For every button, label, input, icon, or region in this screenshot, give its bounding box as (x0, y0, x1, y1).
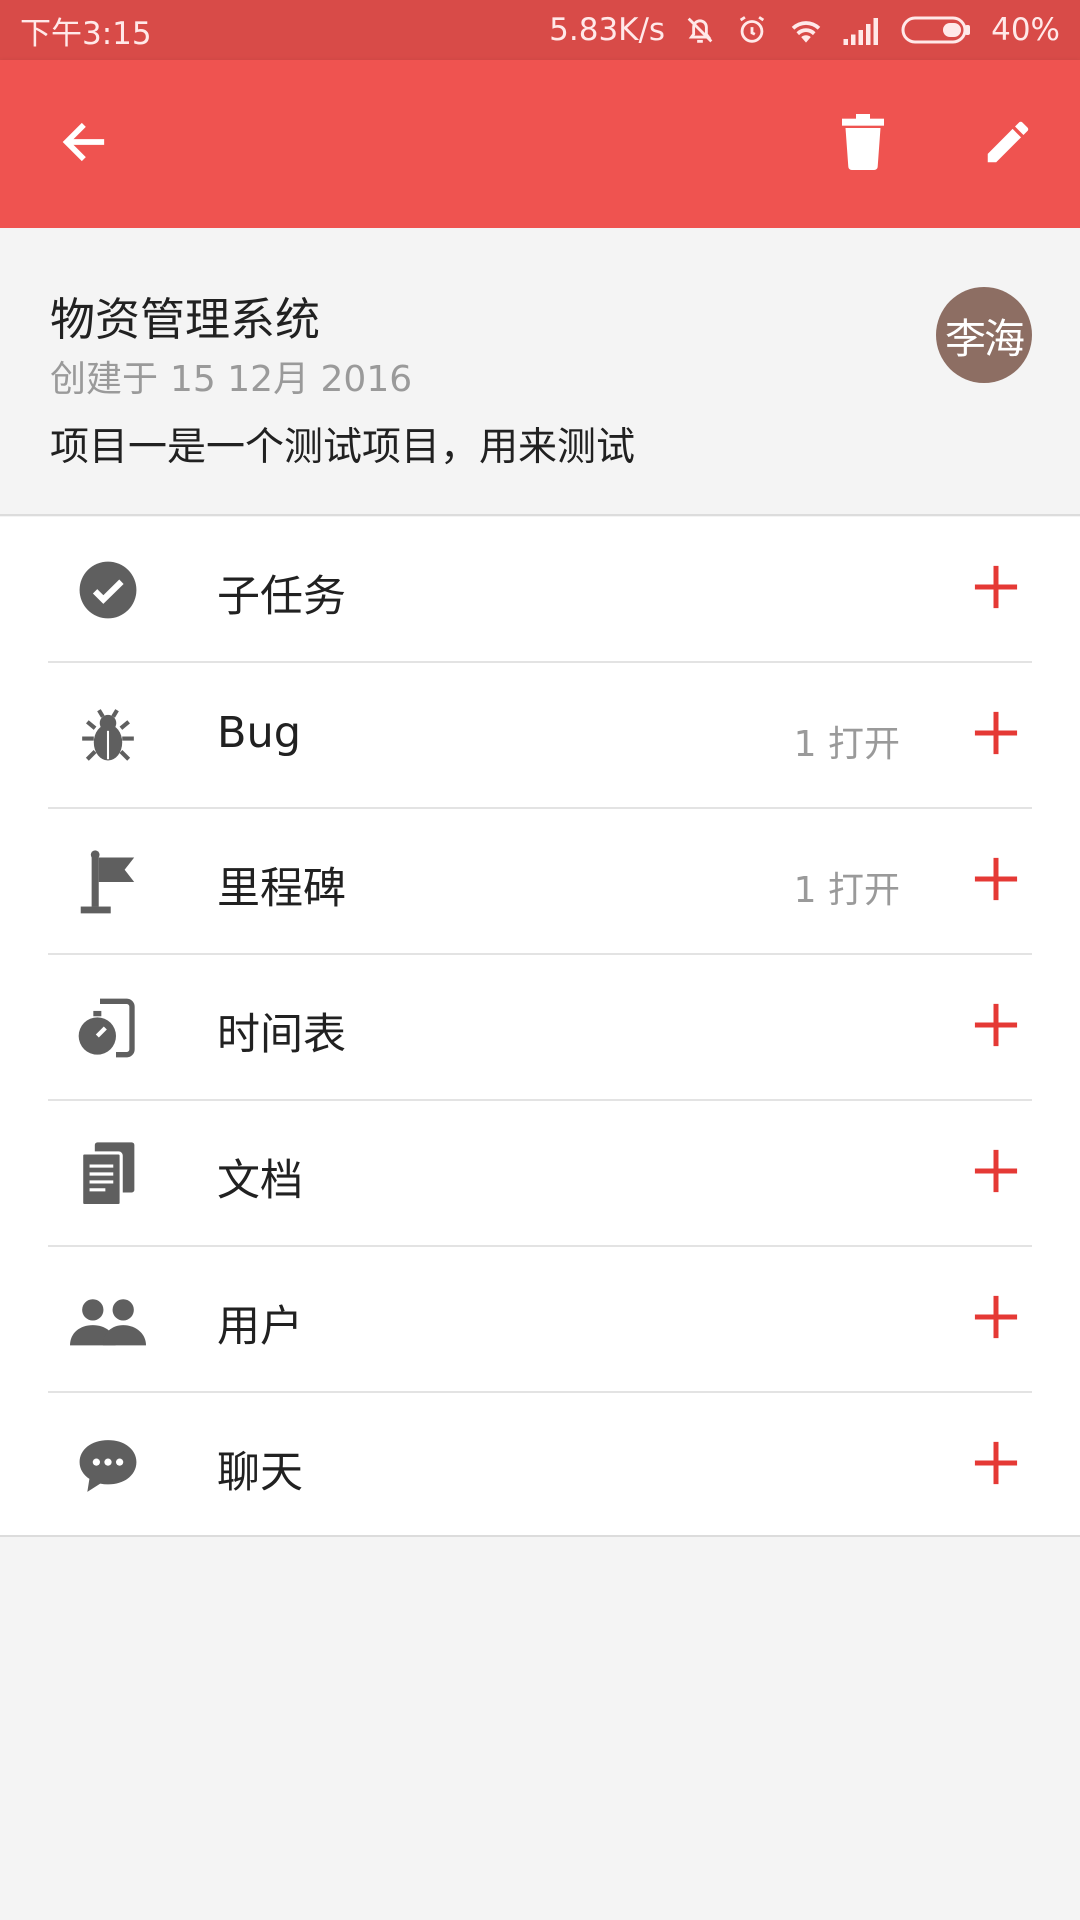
list-item-label: 时间表 (217, 1010, 346, 1060)
project-created: 创建于 15 12月 2016 (50, 350, 424, 402)
avatar[interactable]: 李海 (936, 287, 1032, 383)
back-button[interactable] (44, 104, 124, 184)
status-bar: 下午3:15 5.83K/s 40% (0, 0, 1080, 60)
add-subtask-button[interactable] (966, 557, 1026, 621)
documents-icon (70, 1142, 146, 1207)
list-item-users[interactable]: 用户 (0, 1247, 1080, 1393)
list-item-label: 子任务 (217, 572, 346, 622)
list-item-label: 里程碑 (217, 864, 346, 914)
list-item-documents[interactable]: 文档 (0, 1101, 1080, 1247)
status-battery: 40% (991, 12, 1060, 48)
list-item-bugs[interactable]: Bug 1 打开 (0, 663, 1080, 809)
plus-icon (973, 1294, 1019, 1344)
plus-icon (973, 1148, 1019, 1198)
plus-icon (973, 856, 1019, 906)
plus-icon (973, 710, 1019, 760)
add-user-button[interactable] (966, 1287, 1026, 1351)
list-item-timesheet[interactable]: 时间表 (0, 955, 1080, 1101)
delete-button[interactable] (823, 104, 903, 184)
list-item-label: 文档 (217, 1156, 303, 1206)
add-milestone-button[interactable] (966, 849, 1026, 913)
project-header: 物资管理系统 创建于 15 12月 2016 项目一是一个测试项目，用来测试 李海 (0, 228, 1080, 516)
add-document-button[interactable] (966, 1141, 1026, 1205)
list-item-count: 1 打开 (793, 724, 900, 765)
chat-bubble-icon (70, 1436, 146, 1496)
plus-icon (973, 1440, 1019, 1490)
back-arrow-icon (58, 116, 110, 172)
list-item-label: 聊天 (217, 1448, 303, 1498)
battery-icon (901, 15, 973, 45)
project-description: 项目一是一个测试项目，用来测试 (50, 425, 636, 470)
stopwatch-icon (70, 998, 146, 1058)
bug-icon (70, 706, 146, 766)
edit-pencil-icon (981, 115, 1035, 173)
list-item-chat[interactable]: 聊天 (0, 1393, 1080, 1539)
plus-icon (973, 1002, 1019, 1052)
status-time: 下午3:15 (20, 15, 152, 52)
list-item-milestones[interactable]: 里程碑 1 打开 (0, 809, 1080, 955)
trash-icon (841, 114, 885, 174)
section-list: 子任务 Bug 1 打开 里程碑 1 打开 时间表 文档 用户 聊天 (0, 517, 1080, 1537)
status-net-speed: 5.83K/s (549, 12, 666, 48)
list-item-label: 用户 (217, 1302, 303, 1352)
list-item-subtasks[interactable]: 子任务 (0, 517, 1080, 663)
flag-icon (70, 850, 146, 914)
alarm-icon (735, 13, 769, 47)
created-date: 15 12月 2016 (170, 359, 413, 400)
wifi-icon (787, 13, 825, 47)
add-chat-button[interactable] (966, 1433, 1026, 1497)
bell-off-icon (683, 13, 717, 47)
edit-button[interactable] (968, 104, 1048, 184)
list-item-label: Bug (217, 708, 302, 758)
add-bug-button[interactable] (966, 703, 1026, 767)
add-timesheet-button[interactable] (966, 995, 1026, 1059)
status-right: 5.83K/s 40% (549, 12, 1060, 48)
plus-icon (973, 564, 1019, 614)
app-bar (0, 60, 1080, 228)
signal-icon (843, 15, 883, 45)
users-icon (70, 1290, 146, 1350)
check-circle-icon (70, 560, 146, 620)
project-title: 物资管理系统 (50, 293, 321, 346)
list-item-count: 1 打开 (793, 870, 900, 911)
created-prefix: 创建于 (50, 359, 159, 400)
